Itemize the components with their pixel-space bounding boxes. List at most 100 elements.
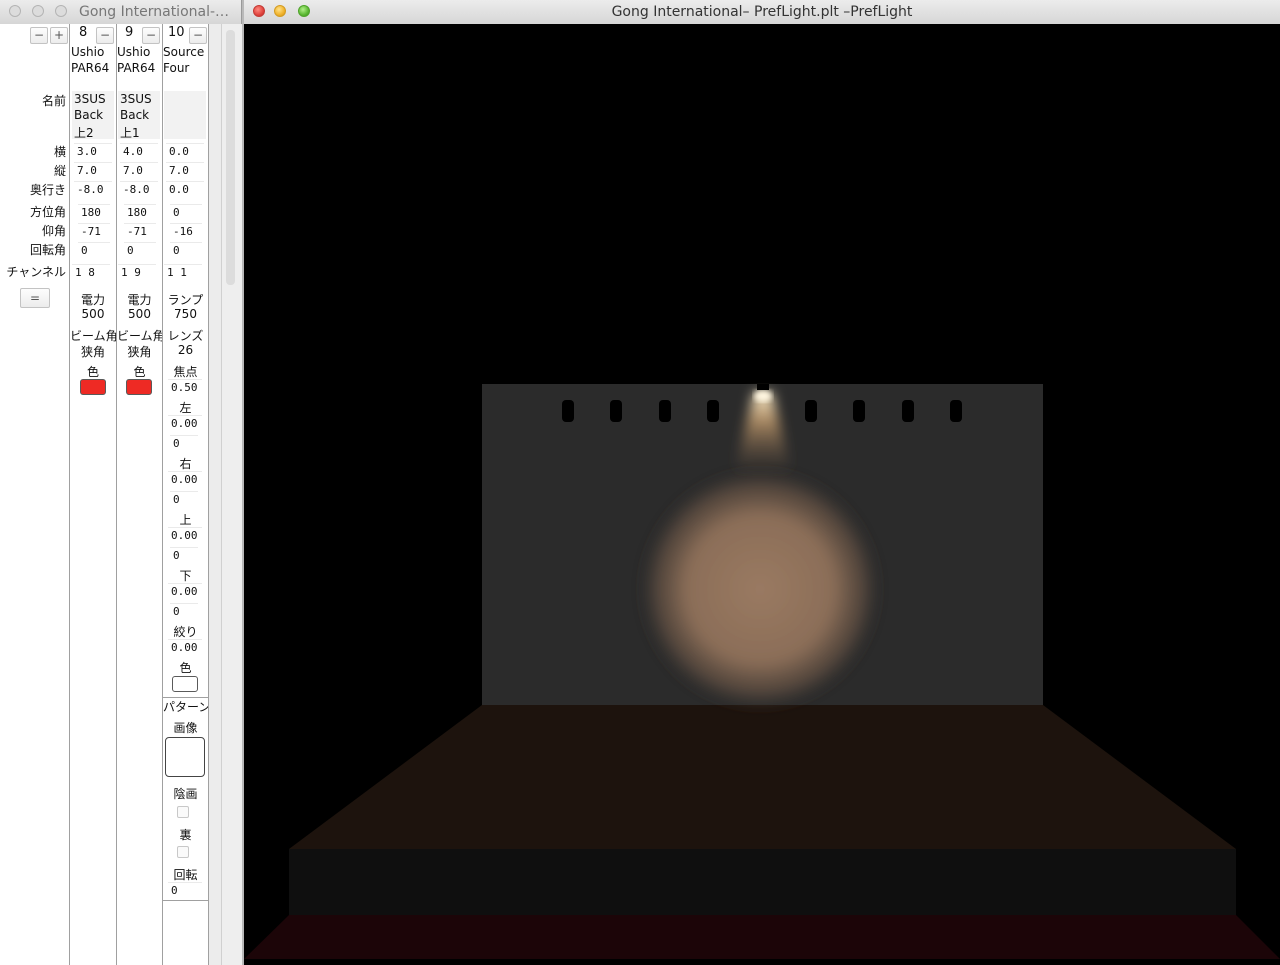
column-divider: [69, 24, 70, 965]
shutter-left-field[interactable]: 0.00: [168, 415, 202, 430]
rotate-label: 回転: [173, 868, 198, 882]
elevation-field[interactable]: -16: [170, 223, 202, 238]
y-field[interactable]: 7.0: [120, 162, 158, 177]
pattern-image-well[interactable]: [165, 737, 205, 777]
fixture-number: 8: [79, 25, 88, 40]
color-swatch-button[interactable]: [126, 379, 152, 395]
fixture-type-line2: Four: [163, 61, 190, 75]
color-label: 色: [179, 661, 192, 675]
shading-checkbox[interactable]: [177, 806, 189, 818]
shutter-bottom-angle-field[interactable]: 0: [170, 603, 198, 618]
shutter-top-field[interactable]: 0.00: [168, 527, 202, 542]
lamp-value[interactable]: 750: [163, 307, 208, 321]
rotation-field[interactable]: 0: [124, 242, 156, 257]
name-line2: Back: [120, 108, 150, 122]
y-field[interactable]: 7.0: [166, 162, 204, 177]
channel-field[interactable]: 1 9: [118, 264, 156, 279]
remove-fixture-button[interactable]: −: [142, 27, 160, 44]
color-swatch-button[interactable]: [172, 676, 198, 692]
fixture-type-line1: Ushio: [71, 45, 105, 59]
stage-render: [244, 384, 1280, 959]
zoom-button[interactable]: [55, 5, 67, 17]
stage-front: [289, 849, 1236, 915]
azimuth-field[interactable]: 0: [170, 204, 202, 219]
iris-label: 絞り: [173, 625, 198, 639]
minimize-button[interactable]: [32, 5, 44, 17]
column-divider: [116, 24, 117, 965]
iris-field[interactable]: 0.00: [168, 639, 202, 654]
power-value[interactable]: 500: [70, 307, 116, 321]
fixture-type-line2: PAR64: [71, 61, 110, 75]
beam-angle-value[interactable]: 狭角: [117, 343, 162, 360]
shutter-left-angle-field[interactable]: 0: [170, 435, 198, 450]
z-field[interactable]: 0.0: [166, 181, 204, 196]
column-divider: [162, 24, 163, 965]
z-label: 奥行き: [29, 183, 66, 197]
reverse-checkbox[interactable]: [177, 846, 189, 858]
z-field[interactable]: -8.0: [120, 181, 158, 196]
shutter-right-field[interactable]: 0.00: [168, 471, 202, 486]
elevation-field[interactable]: -71: [78, 223, 110, 238]
remove-fixture-button[interactable]: −: [96, 27, 114, 44]
name-field[interactable]: [164, 91, 206, 139]
x-label: 横: [53, 145, 66, 159]
name-line3: 上1: [120, 126, 140, 140]
color-swatch-button[interactable]: [80, 379, 106, 395]
x-field[interactable]: 0.0: [166, 143, 204, 158]
preview-window: Gong International– PrefLight.plt –PrefL…: [244, 0, 1280, 965]
stage-3d-viewport[interactable]: [244, 24, 1280, 965]
scrollbar-thumb[interactable]: [226, 30, 235, 285]
lens-label: レンズ: [167, 329, 204, 343]
close-button[interactable]: [9, 5, 21, 17]
light-spot: [638, 467, 882, 711]
y-field[interactable]: 7.0: [74, 162, 112, 177]
remove-column-button[interactable]: −: [30, 27, 48, 44]
shutter-bottom-field[interactable]: 0.00: [168, 583, 202, 598]
color-label: 色: [133, 365, 146, 379]
power-value[interactable]: 500: [117, 307, 162, 321]
shutter-right-angle-field[interactable]: 0: [170, 491, 198, 506]
fixture-type-line1: Ushio: [117, 45, 151, 59]
channel-field[interactable]: 1 8: [72, 264, 110, 279]
name-label: 名前: [41, 94, 66, 108]
shutter-left-label: 左: [179, 401, 192, 415]
power-label: 電力: [127, 293, 152, 307]
x-field[interactable]: 4.0: [120, 143, 158, 158]
preview-window-title: Gong International– PrefLight.plt –PrefL…: [611, 4, 913, 20]
name-line1: 3SUS: [120, 92, 152, 106]
remove-fixture-button[interactable]: −: [189, 27, 207, 44]
equals-button[interactable]: =: [20, 288, 50, 308]
fixture-number: 9: [125, 25, 134, 40]
audience-floor: [244, 915, 1280, 959]
focus-field[interactable]: 0.50: [168, 379, 202, 394]
azimuth-field[interactable]: 180: [78, 204, 110, 219]
active-fixture[interactable]: [757, 384, 769, 390]
add-column-button[interactable]: +: [50, 27, 68, 44]
beam-angle-label: ビーム角: [117, 329, 162, 343]
lens-value[interactable]: 26: [163, 343, 208, 357]
z-field[interactable]: -8.0: [74, 181, 112, 196]
preview-window-titlebar[interactable]: Gong International– PrefLight.plt –PrefL…: [244, 0, 1280, 25]
shading-label: 陰画: [173, 787, 198, 801]
azimuth-field[interactable]: 180: [124, 204, 156, 219]
beam-angle-label: ビーム角: [70, 329, 116, 343]
rotation-label: 回転角: [29, 243, 66, 257]
name-line2: Back: [74, 108, 104, 122]
beam-angle-value[interactable]: 狭角: [70, 343, 116, 360]
rotation-field[interactable]: 0: [170, 242, 202, 257]
rotation-field[interactable]: 0: [78, 242, 110, 257]
pattern-label: パターン: [163, 700, 208, 714]
elevation-field[interactable]: -71: [124, 223, 156, 238]
shutter-top-angle-field[interactable]: 0: [170, 547, 198, 562]
channel-field[interactable]: 1 1: [164, 264, 202, 279]
rotate-field[interactable]: 0: [168, 882, 202, 897]
shutter-top-label: 上: [179, 513, 192, 527]
active-fixture-glow: [754, 390, 772, 402]
left-window-titlebar[interactable]: Gong International-…: [0, 0, 241, 25]
column-end-line: [162, 900, 208, 901]
x-field[interactable]: 3.0: [74, 143, 112, 158]
elevation-label: 仰角: [41, 224, 66, 238]
column-divider: [208, 24, 209, 965]
panel-gutter: [208, 24, 221, 965]
reverse-label: 裏: [179, 828, 192, 842]
